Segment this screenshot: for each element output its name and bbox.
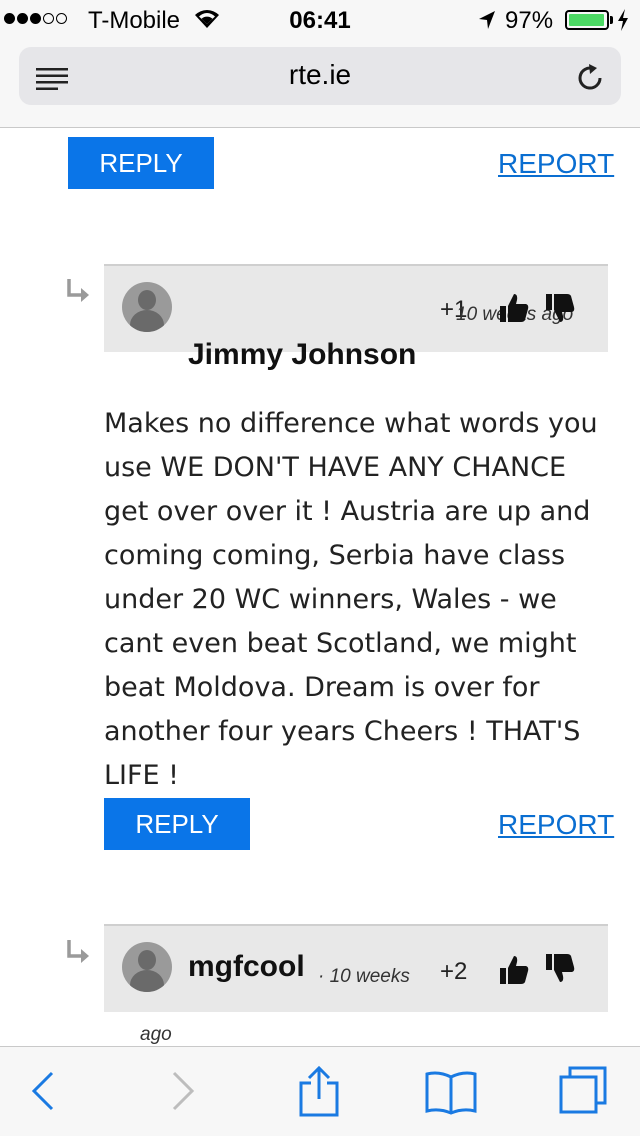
report-link[interactable]: REPORT xyxy=(498,148,614,180)
timestamp: · 10 weeks xyxy=(318,966,410,987)
charging-bolt-icon xyxy=(618,9,628,31)
reply-arrow-icon xyxy=(67,279,89,302)
back-icon[interactable] xyxy=(30,1069,56,1113)
comment-header: mgfcool · 10 weeks +2 xyxy=(104,924,608,1012)
location-arrow-icon xyxy=(479,11,495,29)
comment-body: Makes no difference what words you use W… xyxy=(104,408,598,791)
reload-icon[interactable] xyxy=(575,63,605,93)
url-text[interactable]: rte.ie xyxy=(19,59,621,91)
bookmarks-icon[interactable] xyxy=(424,1069,478,1115)
avatar[interactable] xyxy=(122,282,172,332)
battery-percentage: 97% xyxy=(505,7,554,34)
forward-icon[interactable] xyxy=(170,1069,196,1113)
reply-arrow-icon xyxy=(67,940,89,963)
comment-author[interactable]: Jimmy Johnson xyxy=(188,338,416,372)
tabs-icon[interactable] xyxy=(558,1065,608,1115)
thumbs-up-icon[interactable] xyxy=(498,292,530,324)
address-bar[interactable]: rte.ie xyxy=(19,47,621,105)
thumbs-down-icon[interactable] xyxy=(544,952,576,984)
battery-level-fill xyxy=(569,14,604,26)
status-bar: T-Mobile 06:41 97% xyxy=(0,0,640,40)
share-icon[interactable] xyxy=(298,1065,340,1117)
browser-toolbar xyxy=(0,1046,640,1136)
comment-author[interactable]: mgfcool xyxy=(188,950,305,984)
reply-button[interactable]: REPLY xyxy=(68,137,214,189)
timestamp-continuation: ago xyxy=(140,1024,172,1045)
battery-tip xyxy=(610,16,613,24)
avatar[interactable] xyxy=(122,942,172,992)
thumbs-down-icon[interactable] xyxy=(544,292,576,324)
battery-icon xyxy=(565,10,609,30)
reply-button[interactable]: REPLY xyxy=(104,798,250,850)
browser-navigation-bar: rte.ie xyxy=(0,40,640,128)
thumbs-up-icon[interactable] xyxy=(498,954,530,986)
report-link[interactable]: REPORT xyxy=(498,809,614,841)
vote-count: +2 xyxy=(440,958,468,985)
